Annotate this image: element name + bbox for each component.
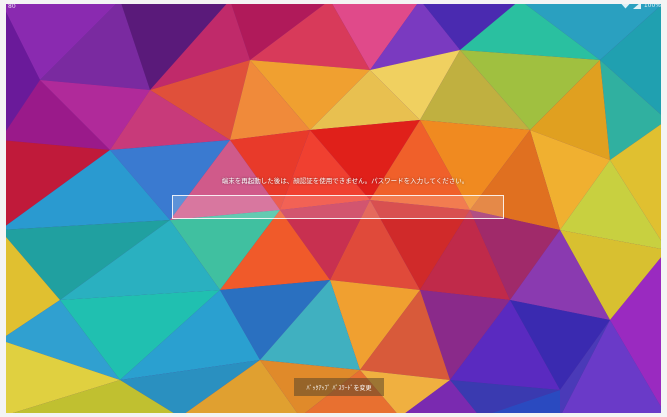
change-backup-password-button[interactable]: ﾊﾞｯｸｱｯﾌﾟ ﾊﾟｽﾜｰﾄﾞを変更 bbox=[294, 378, 384, 396]
status-bar: 80 100% bbox=[0, 0, 667, 16]
battery-percent: 100% bbox=[643, 2, 661, 9]
status-left-text: 80 bbox=[8, 3, 16, 10]
password-prompt: 端末を再起動した後は、顔認証を使用できません。パスワードを入力してください。 bbox=[221, 177, 469, 185]
signal-icon bbox=[632, 2, 641, 9]
wifi-icon bbox=[621, 2, 630, 9]
lock-screen: 80 100% 端末を再起動した後は、顔認証を使用できません。パスワードを入力し… bbox=[0, 0, 667, 417]
status-right: 100% bbox=[621, 2, 661, 9]
password-input[interactable] bbox=[172, 195, 504, 219]
